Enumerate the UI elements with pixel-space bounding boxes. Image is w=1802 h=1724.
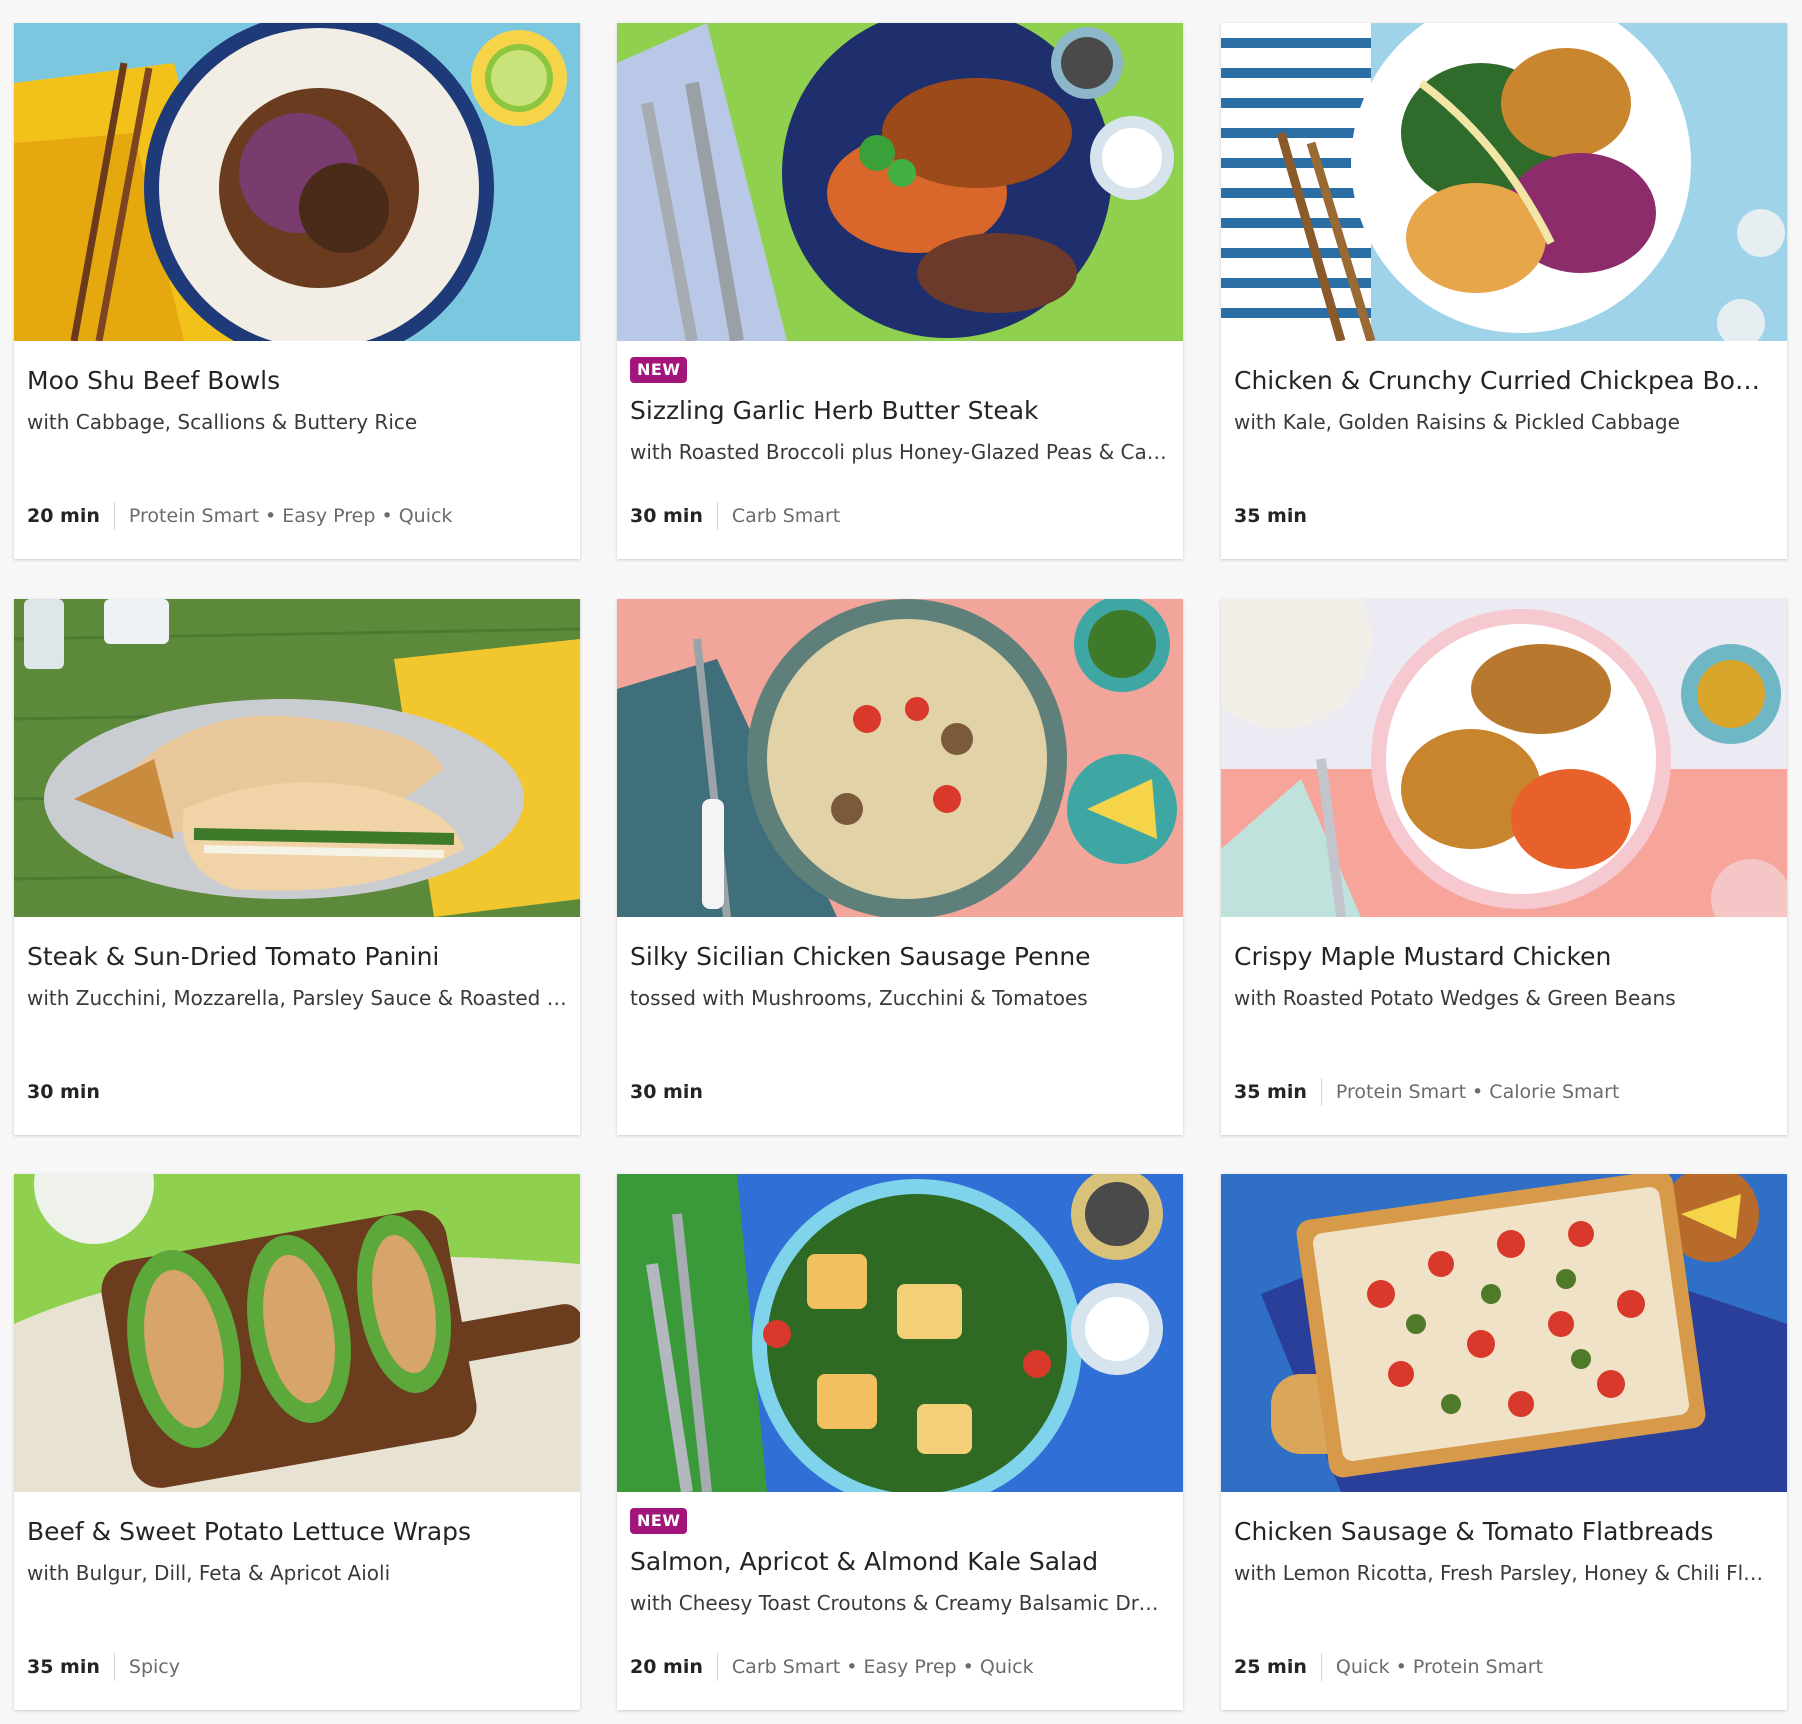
flatbread-image <box>1221 1174 1787 1492</box>
recipe-card-sausage-tomato-flatbreads[interactable]: Chicken Sausage & Tomato Flatbreads with… <box>1221 1174 1787 1710</box>
chickpea-bowl-image <box>1221 23 1787 341</box>
new-badge: NEW <box>630 1508 688 1534</box>
recipe-card-body: NEW Sizzling Garlic Herb Butter Steak wi… <box>617 341 1183 559</box>
recipe-card-salmon-kale-salad[interactable]: NEW Salmon, Apricot & Almond Kale Salad … <box>617 1174 1183 1710</box>
kale-salad-image <box>617 1174 1183 1492</box>
recipe-meta: 25 min Quick • Protein Smart <box>1234 1652 1543 1682</box>
recipe-card-body: Beef & Sweet Potato Lettuce Wraps with B… <box>14 1492 580 1710</box>
recipe-time: 30 min <box>630 1081 703 1103</box>
recipe-card-body: Steak & Sun-Dried Tomato Panini with Zuc… <box>14 917 580 1135</box>
moo-shu-bowl-image <box>14 23 580 341</box>
meta-divider <box>1320 1078 1322 1106</box>
panini-image <box>14 599 580 917</box>
recipe-meta: 35 min <box>1234 501 1307 531</box>
recipe-subtitle: with Cheesy Toast Croutons & Creamy Bals… <box>630 1591 1170 1615</box>
recipe-subtitle: with Bulgur, Dill, Feta & Apricot Aioli <box>27 1561 391 1585</box>
recipe-meta: 20 min Protein Smart • Easy Prep • Quick <box>27 501 452 531</box>
recipe-time: 30 min <box>27 1081 100 1103</box>
recipe-card-body: NEW Salmon, Apricot & Almond Kale Salad … <box>617 1492 1183 1710</box>
recipe-meta: 30 min Carb Smart <box>630 501 840 531</box>
meta-divider <box>716 1653 718 1681</box>
recipe-title[interactable]: Chicken Sausage & Tomato Flatbreads <box>1234 1516 1774 1548</box>
recipe-subtitle: with Roasted Potato Wedges & Green Beans <box>1234 986 1676 1010</box>
recipe-title[interactable]: Beef & Sweet Potato Lettuce Wraps <box>27 1516 567 1548</box>
recipe-card-moo-shu-beef-bowls[interactable]: Moo Shu Beef Bowls with Cabbage, Scallio… <box>14 23 580 559</box>
recipe-meta: 30 min <box>630 1077 703 1107</box>
recipe-tags: Carb Smart <box>731 505 841 527</box>
recipe-tags: Protein Smart • Easy Prep • Quick <box>128 505 453 527</box>
recipe-time: 35 min <box>1234 505 1307 527</box>
recipe-photo[interactable] <box>1221 23 1787 341</box>
maple-chicken-image <box>1221 599 1787 917</box>
recipe-subtitle: with Kale, Golden Raisins & Pickled Cabb… <box>1234 410 1680 434</box>
recipe-card-steak-panini[interactable]: Steak & Sun-Dried Tomato Panini with Zuc… <box>14 599 580 1135</box>
recipe-subtitle: tossed with Mushrooms, Zucchini & Tomato… <box>630 986 1088 1010</box>
recipe-photo[interactable] <box>1221 1174 1787 1492</box>
recipe-time: 20 min <box>27 505 100 527</box>
recipe-subtitle: with Cabbage, Scallions & Buttery Rice <box>27 410 418 434</box>
recipe-time: 20 min <box>630 1656 703 1678</box>
steak-plate-image <box>617 23 1183 341</box>
recipe-photo[interactable] <box>14 599 580 917</box>
recipe-title[interactable]: Crispy Maple Mustard Chicken <box>1234 941 1774 973</box>
recipe-tags: Carb Smart • Easy Prep • Quick <box>731 1656 1034 1678</box>
recipe-card-body: Chicken & Crunchy Curried Chickpea Bowls… <box>1221 341 1787 559</box>
recipe-card-lettuce-wraps[interactable]: Beef & Sweet Potato Lettuce Wraps with B… <box>14 1174 580 1710</box>
recipe-card-maple-mustard-chicken[interactable]: Crispy Maple Mustard Chicken with Roaste… <box>1221 599 1787 1135</box>
recipe-time: 30 min <box>630 505 703 527</box>
recipe-subtitle: with Zucchini, Mozzarella, Parsley Sauce… <box>27 986 567 1010</box>
recipe-title[interactable]: Moo Shu Beef Bowls <box>27 365 567 397</box>
recipe-title[interactable]: Silky Sicilian Chicken Sausage Penne <box>630 941 1170 973</box>
recipe-photo[interactable] <box>617 599 1183 917</box>
lettuce-wraps-image <box>14 1174 580 1492</box>
recipe-title[interactable]: Sizzling Garlic Herb Butter Steak <box>630 395 1170 427</box>
recipe-photo[interactable] <box>617 23 1183 341</box>
recipe-title[interactable]: Chicken & Crunchy Curried Chickpea Bowls <box>1234 365 1774 397</box>
meta-divider <box>716 502 718 530</box>
recipe-card-body: Silky Sicilian Chicken Sausage Penne tos… <box>617 917 1183 1135</box>
recipe-tags: Protein Smart • Calorie Smart <box>1335 1081 1620 1103</box>
recipe-meta: 35 min Spicy <box>27 1652 180 1682</box>
recipe-meta: 20 min Carb Smart • Easy Prep • Quick <box>630 1652 1034 1682</box>
recipe-time: 25 min <box>1234 1656 1307 1678</box>
penne-image <box>617 599 1183 917</box>
recipe-card-curried-chickpea-bowls[interactable]: Chicken & Crunchy Curried Chickpea Bowls… <box>1221 23 1787 559</box>
meta-divider <box>113 502 115 530</box>
recipe-photo[interactable] <box>14 23 580 341</box>
recipe-meta: 30 min <box>27 1077 100 1107</box>
recipe-photo[interactable] <box>1221 599 1787 917</box>
recipe-photo[interactable] <box>14 1174 580 1492</box>
recipe-card-sicilian-sausage-penne[interactable]: Silky Sicilian Chicken Sausage Penne tos… <box>617 599 1183 1135</box>
recipe-subtitle: with Lemon Ricotta, Fresh Parsley, Honey… <box>1234 1561 1774 1585</box>
recipe-title[interactable]: Steak & Sun-Dried Tomato Panini <box>27 941 567 973</box>
recipe-title[interactable]: Salmon, Apricot & Almond Kale Salad <box>630 1546 1170 1578</box>
recipe-card-body: Crispy Maple Mustard Chicken with Roaste… <box>1221 917 1787 1135</box>
recipe-time: 35 min <box>27 1656 100 1678</box>
meta-divider <box>1320 1653 1322 1681</box>
recipe-time: 35 min <box>1234 1081 1307 1103</box>
recipe-card-body: Chicken Sausage & Tomato Flatbreads with… <box>1221 1492 1787 1710</box>
recipe-card-body: Moo Shu Beef Bowls with Cabbage, Scallio… <box>14 341 580 559</box>
recipe-grid: Moo Shu Beef Bowls with Cabbage, Scallio… <box>0 0 1802 1724</box>
recipe-tags: Quick • Protein Smart <box>1335 1656 1544 1678</box>
recipe-subtitle: with Roasted Broccoli plus Honey-Glazed … <box>630 440 1170 464</box>
recipe-meta: 35 min Protein Smart • Calorie Smart <box>1234 1077 1619 1107</box>
recipe-card-garlic-herb-butter-steak[interactable]: NEW Sizzling Garlic Herb Butter Steak wi… <box>617 23 1183 559</box>
meta-divider <box>113 1653 115 1681</box>
recipe-tags: Spicy <box>128 1656 180 1678</box>
recipe-photo[interactable] <box>617 1174 1183 1492</box>
new-badge: NEW <box>630 357 688 383</box>
